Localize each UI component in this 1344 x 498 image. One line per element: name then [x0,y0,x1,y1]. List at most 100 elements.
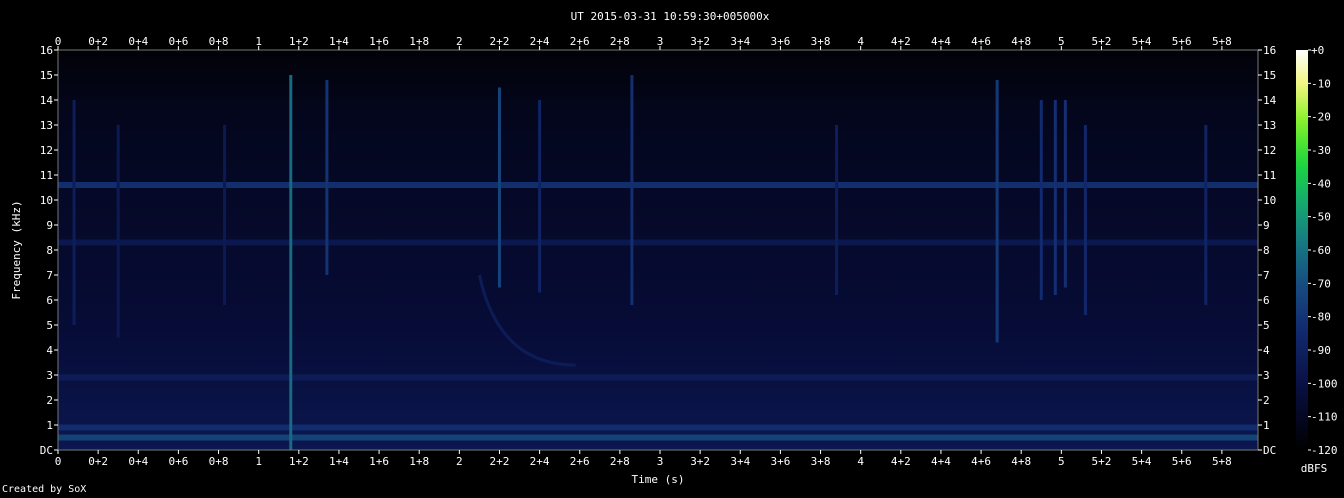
y-tick-label-right: 16 [1263,44,1276,57]
x-tick-label-bottom: 4+2 [891,455,911,468]
y-ticks-right: DC12345678910111213141516 [1258,44,1277,457]
x-tick-label-bottom: 5+4 [1132,455,1152,468]
y-tick-label-left: 8 [46,244,53,257]
colorbar-tick-label: -10 [1311,77,1331,90]
colorbar-gradient [1296,50,1308,450]
y-tick-label-left: 1 [46,419,53,432]
colorbar-tick-label: -110 [1311,411,1338,424]
y-tick-label-right: DC [1263,444,1276,457]
x-tick-label-bottom: 0 [55,455,62,468]
y-tick-label-left: 14 [40,94,54,107]
x-tick-label-top: 3+8 [811,35,831,48]
y-tick-label-right: 5 [1263,319,1270,332]
x-tick-label-top: 4 [857,35,864,48]
x-tick-label-bottom: 2 [456,455,463,468]
x-tick-label-bottom: 4+4 [931,455,951,468]
spectrogram-chart: UT 2015-03-31 10:59:30+005000x 0 0+2 0+4 0+… [10,10,1338,486]
x-tick-label-top: 5 [1058,35,1065,48]
x-tick-label-bottom: 5+2 [1092,455,1112,468]
x-tick-label-bottom: 1+4 [329,455,349,468]
x-tick-label-bottom: 3 [657,455,664,468]
x-tick-label-bottom: 5+8 [1212,455,1232,468]
x-tick-label-bottom: 3+2 [690,455,710,468]
x-tick-label-top: 2 [456,35,463,48]
y-tick-label-right: 6 [1263,294,1270,307]
x-tick-label-top: 2+4 [530,35,550,48]
y-tick-label-right: 1 [1263,419,1270,432]
y-tick-label-left: 10 [40,194,53,207]
y-tick-label-right: 4 [1263,344,1270,357]
y-tick-label-left: 11 [40,169,53,182]
event-1 [116,125,120,338]
x-tick-label-top: 5+4 [1132,35,1152,48]
x-tick-label-top: 5+6 [1172,35,1192,48]
x-tick-label-top: 3+6 [770,35,790,48]
y-tick-label-left: 12 [40,144,53,157]
x-tick-label-bottom: 0+2 [88,455,108,468]
y-tick-label-left: 6 [46,294,53,307]
x-tick-label-top: 3 [657,35,664,48]
y-tick-label-left: 3 [46,369,53,382]
colorbar-tick-label: -70 [1311,277,1331,290]
y-tick-label-left: 2 [46,394,53,407]
y-tick-label-right: 7 [1263,269,1270,282]
y-tick-label-right: 3 [1263,369,1270,382]
x-tick-label-bottom: 0+6 [168,455,188,468]
x-tick-label-top: 0 [55,35,62,48]
event-5 [497,87,501,288]
event-0 [72,100,76,325]
x-tick-label-bottom: 4 [857,455,864,468]
y-axis-label: Frequency (kHz) [10,200,23,299]
y-tick-label-left: 4 [46,344,53,357]
event-7 [630,75,634,305]
x-tick-label-top: 2+8 [610,35,630,48]
x-tick-label-bottom: 2+2 [490,455,510,468]
band-3 [58,239,1258,246]
x-tick-label-bottom: 0+4 [128,455,148,468]
colorbar-tick-label: -100 [1311,377,1338,390]
x-tick-label-top: 1 [255,35,262,48]
x-tick-label-top: 5+8 [1212,35,1232,48]
event-10 [1039,100,1043,300]
y-tick-label-right: 10 [1263,194,1276,207]
x-tick-label-bottom: 4+6 [971,455,991,468]
colorbar-tick-label: -80 [1311,311,1331,324]
x-tick-label-bottom: 4+8 [1011,455,1031,468]
x-tick-label-top: 4+4 [931,35,951,48]
x-tick-label-bottom: 0+8 [209,455,229,468]
x-tick-label-top: 0+2 [88,35,108,48]
x-tick-label-bottom: 3+8 [811,455,831,468]
x-tick-label-bottom: 1+6 [369,455,389,468]
y-tick-label-right: 11 [1263,169,1276,182]
y-tick-label-right: 14 [1263,94,1277,107]
x-tick-label-top: 2+2 [490,35,510,48]
band-0 [58,434,1258,441]
x-tick-label-bottom: 5 [1058,455,1065,468]
event-3 [289,75,293,450]
x-tick-label-top: 4+8 [1011,35,1031,48]
x-tick-label-bottom: 1+2 [289,455,309,468]
x-tick-label-bottom: 2+4 [530,455,550,468]
x-ticks-bottom: 0 0+2 0+4 0+6 0+8 1 1+2 1+4 1+6 1+8 2 2+2 2+4 2+6 2+8 3… [55,450,1232,468]
event-2 [223,125,227,305]
colorbar: +0 -10 -20 -30 -40 -50 -60 -70 -80 -90 -100 -110 -12… [1296,44,1338,457]
colorbar-tick-label: -40 [1311,177,1331,190]
y-tick-label-right: 8 [1263,244,1270,257]
x-tick-label-bottom: 1 [255,455,262,468]
x-tick-label-top: 1+8 [409,35,429,48]
colorbar-tick-label: -50 [1311,211,1331,224]
x-tick-label-top: 4+2 [891,35,911,48]
event-4 [325,80,329,275]
colorbar-label: dBFS [1301,462,1328,475]
y-tick-label-right: 9 [1263,219,1270,232]
y-ticks-left: DC12345678910111213141516 [40,44,58,457]
chart-title: UT 2015-03-31 10:59:30+005000x [571,10,770,23]
x-axis-label: Time (s) [632,473,685,486]
y-tick-label-left: DC [40,444,53,457]
colorbar-tick-label: -20 [1311,111,1331,124]
x-tick-label-top: 2+6 [570,35,590,48]
y-tick-label-left: 9 [46,219,53,232]
x-tick-label-bottom: 3+4 [730,455,750,468]
credit-text: Created by SoX [2,484,87,495]
y-tick-label-right: 2 [1263,394,1270,407]
